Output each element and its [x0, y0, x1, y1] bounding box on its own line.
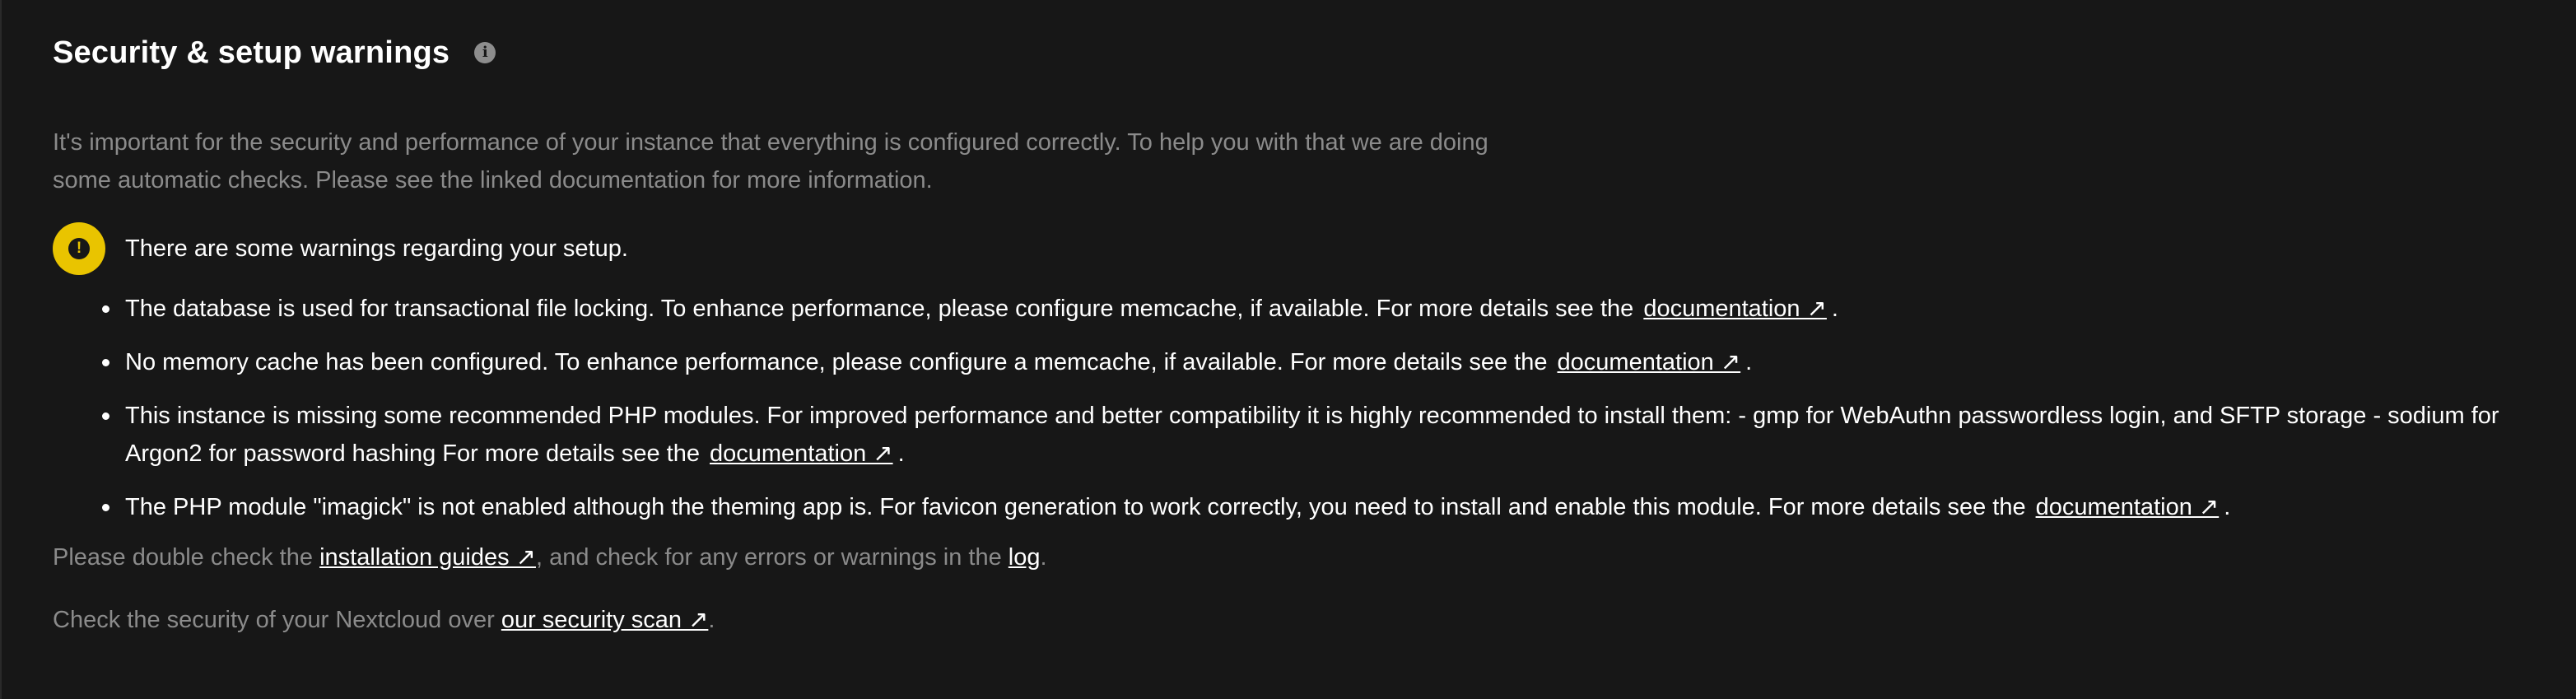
note-text: , and check for any errors or warnings i… — [535, 544, 1009, 571]
warning-suffix: . — [1831, 296, 1838, 322]
warning-suffix: . — [1745, 349, 1753, 375]
note-text: . — [1040, 544, 1047, 571]
status-row: ! There are some warnings regarding your… — [53, 222, 628, 275]
warning-suffix: . — [2224, 494, 2231, 520]
installation-guides-link[interactable]: installation guides ↗ — [319, 544, 536, 571]
status-text: There are some warnings regarding your s… — [125, 235, 628, 262]
warning-item-php-modules: This instance is missing some recommende… — [102, 397, 2562, 473]
note-text: Check the security of your Nextcloud ove… — [53, 607, 501, 633]
security-scan-note: Check the security of your Nextcloud ove… — [53, 601, 715, 639]
warning-text: The database is used for transactional f… — [125, 296, 1634, 322]
info-icon[interactable]: i — [474, 42, 496, 63]
warnings-list: The database is used for transactional f… — [102, 290, 2562, 542]
note-text: Please double check the — [53, 544, 320, 571]
warning-suffix: . — [897, 440, 905, 467]
note-text: . — [708, 607, 715, 633]
warning-text: No memory cache has been configured. To … — [125, 349, 1548, 375]
security-scan-link[interactable]: our security scan ↗ — [501, 607, 709, 633]
section-title: Security & setup warnings — [53, 35, 450, 70]
documentation-link[interactable]: documentation ↗ — [1643, 296, 1827, 322]
warning-text: This instance is missing some recommende… — [125, 403, 2499, 467]
warning-text: The PHP module "imagick" is not enabled … — [125, 494, 2026, 520]
warning-item-database-locking: The database is used for transactional f… — [102, 290, 2562, 328]
section-header: Security & setup warnings i — [53, 31, 496, 74]
documentation-link[interactable]: documentation ↗ — [710, 440, 893, 467]
warning-item-memory-cache: No memory cache has been configured. To … — [102, 343, 2562, 381]
intro-text: It's important for the security and perf… — [53, 129, 1488, 193]
log-link[interactable]: log — [1009, 544, 1041, 571]
warning-icon: ! — [53, 222, 105, 275]
documentation-link[interactable]: documentation ↗ — [2036, 494, 2220, 520]
security-setup-warnings-panel: Security & setup warnings i It's importa… — [0, 0, 2576, 699]
documentation-link[interactable]: documentation ↗ — [1558, 349, 1741, 375]
warning-item-imagick: The PHP module "imagick" is not enabled … — [102, 488, 2562, 526]
installation-guides-note: Please double check the installation gui… — [53, 538, 1047, 576]
